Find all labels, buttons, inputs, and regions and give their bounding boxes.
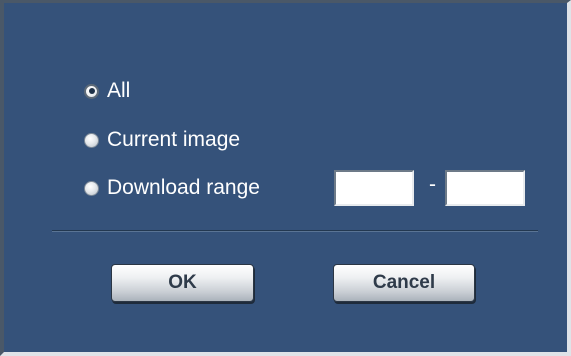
radio-download-range[interactable] xyxy=(84,180,99,196)
divider xyxy=(52,230,538,232)
radio-all[interactable] xyxy=(84,83,99,99)
radio-selected-dot xyxy=(88,88,95,94)
option-download-range[interactable]: Download range xyxy=(84,173,260,203)
range-separator: - xyxy=(429,173,436,196)
range-start-input[interactable] xyxy=(334,170,414,206)
radio-current-image[interactable] xyxy=(84,132,99,148)
option-all[interactable]: All xyxy=(84,76,130,106)
option-all-label: All xyxy=(107,79,131,102)
range-end-input[interactable] xyxy=(445,170,525,206)
ok-button[interactable]: OK xyxy=(111,264,254,302)
option-download-range-label: Download range xyxy=(107,176,260,199)
option-current-image-label: Current image xyxy=(107,128,241,151)
option-current-image[interactable]: Current image xyxy=(84,125,240,155)
cancel-button[interactable]: Cancel xyxy=(333,264,475,302)
download-dialog: All Current image Download range - OK Ca… xyxy=(0,0,571,356)
